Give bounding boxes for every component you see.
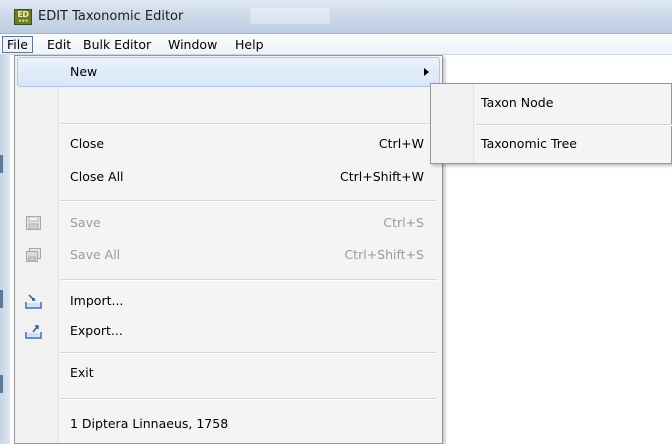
file-menu-dropdown: New Close Ctrl+W Close All Ctrl+Shift+W … bbox=[14, 55, 443, 444]
menu-item-export-label: Export... bbox=[70, 323, 123, 338]
menu-separator bbox=[61, 200, 437, 202]
menu-separator bbox=[61, 279, 437, 281]
menu-edit[interactable]: Edit bbox=[43, 36, 75, 53]
menu-item-save-all[interactable]: Save All Ctrl+Shift+S bbox=[17, 240, 440, 270]
menu-item-save-all-shortcut: Ctrl+Shift+S bbox=[344, 247, 424, 262]
import-icon bbox=[25, 294, 42, 309]
export-icon bbox=[25, 325, 42, 339]
app-icon-dots: ••• bbox=[17, 18, 29, 25]
menu-item-save-label: Save bbox=[70, 215, 101, 230]
title-bar-reflection bbox=[250, 8, 330, 24]
menu-item-close-shortcut: Ctrl+W bbox=[378, 136, 424, 151]
submenu-item-taxonomic-tree[interactable]: Taxonomic Tree bbox=[481, 129, 577, 159]
edit-app-icon[interactable]: ED ••• bbox=[14, 9, 32, 25]
menu-help[interactable]: Help bbox=[231, 36, 268, 53]
menu-item-import-label: Import... bbox=[70, 293, 124, 308]
window-title: EDIT Taxonomic Editor bbox=[38, 9, 184, 24]
submenu-separator bbox=[476, 124, 672, 126]
edge-mark bbox=[0, 375, 3, 393]
save-disk-icon bbox=[26, 216, 41, 230]
save-all-icon bbox=[26, 248, 41, 262]
title-bar: ED ••• EDIT Taxonomic Editor bbox=[0, 0, 672, 34]
edge-mark bbox=[0, 290, 3, 308]
menu-item-close[interactable]: Close Ctrl+W bbox=[17, 129, 440, 159]
menu-item-exit[interactable]: Exit bbox=[17, 358, 440, 388]
menu-item-recent-file-label: 1 Diptera Linnaeus, 1758 bbox=[70, 416, 229, 431]
menu-bar: File Edit Bulk Editor Window Help bbox=[0, 34, 672, 55]
window-left-edge bbox=[0, 55, 10, 444]
new-submenu: Taxon Node Taxonomic Tree bbox=[430, 83, 672, 164]
menu-item-new-label: New bbox=[70, 64, 98, 79]
menu-item-close-all[interactable]: Close All Ctrl+Shift+W bbox=[17, 162, 440, 192]
submenu-icon-gutter bbox=[431, 84, 474, 163]
menu-bulk-editor[interactable]: Bulk Editor bbox=[79, 36, 155, 53]
menu-file[interactable]: File bbox=[2, 36, 33, 53]
menu-item-save-all-label: Save All bbox=[70, 247, 121, 262]
menu-separator bbox=[61, 398, 437, 400]
submenu-item-taxon-node[interactable]: Taxon Node bbox=[481, 88, 553, 118]
menu-window[interactable]: Window bbox=[164, 36, 221, 53]
menu-item-exit-label: Exit bbox=[70, 365, 94, 380]
edge-mark bbox=[0, 155, 3, 173]
menu-item-new[interactable]: New bbox=[17, 57, 440, 87]
menu-separator bbox=[61, 123, 437, 125]
submenu-arrow-icon bbox=[424, 68, 429, 76]
menu-item-close-all-label: Close All bbox=[70, 169, 124, 184]
menu-item-close-label: Close bbox=[70, 136, 105, 151]
menu-separator bbox=[61, 352, 437, 354]
menu-item-recent-file[interactable]: 1 Diptera Linnaeus, 1758 bbox=[17, 409, 440, 439]
menu-item-close-all-shortcut: Ctrl+Shift+W bbox=[340, 169, 424, 184]
menu-item-export[interactable]: Export... bbox=[17, 316, 440, 346]
menu-item-save-shortcut: Ctrl+S bbox=[383, 215, 424, 230]
menu-item-save[interactable]: Save Ctrl+S bbox=[17, 208, 440, 238]
menu-item-import[interactable]: Import... bbox=[17, 286, 440, 316]
